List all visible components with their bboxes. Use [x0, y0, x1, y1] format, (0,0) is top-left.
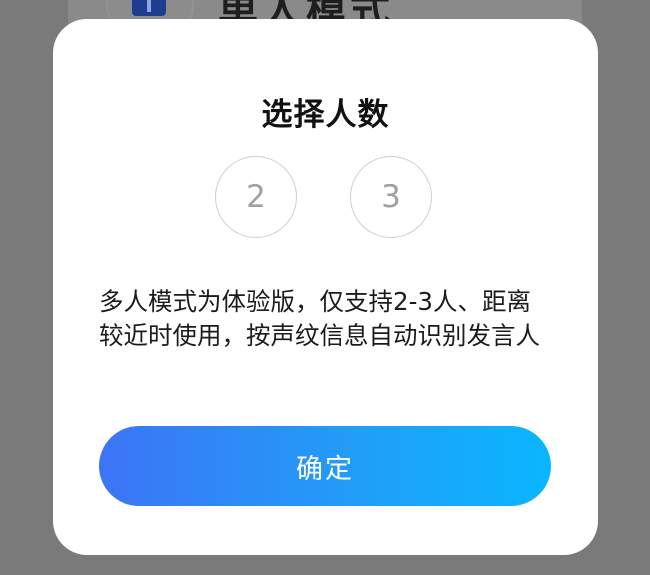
option-two-people[interactable]: 2	[215, 156, 297, 238]
dialog-title: 选择人数	[261, 97, 390, 133]
option-three-people[interactable]: 3	[350, 156, 432, 238]
select-count-dialog: 选择人数 2 3 多人模式为体验版，仅支持2-3人、距离较近时使用，按声纹信息自…	[53, 19, 598, 555]
bookmark-icon	[132, 0, 166, 16]
confirm-button[interactable]: 确定	[99, 426, 551, 506]
dialog-description: 多人模式为体验版，仅支持2-3人、距离较近时使用，按声纹信息自动识别发言人	[99, 287, 540, 350]
